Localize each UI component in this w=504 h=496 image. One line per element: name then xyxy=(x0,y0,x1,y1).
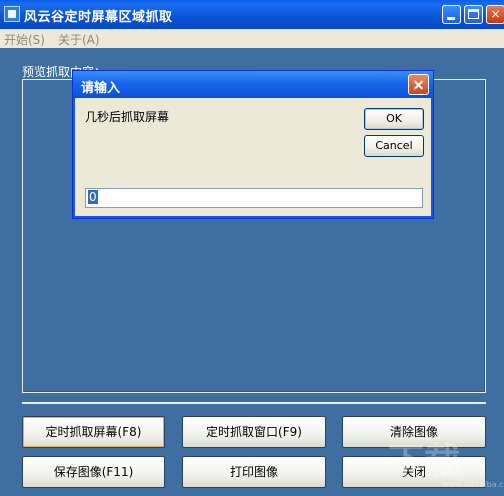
minimize-button[interactable] xyxy=(442,5,461,24)
close-icon: × xyxy=(490,7,501,21)
close-button[interactable]: 关闭 xyxy=(342,456,486,488)
save-image-button[interactable]: 保存图像(F11) xyxy=(22,456,165,488)
menu-bar: 开始(S) 关于(A) xyxy=(0,29,504,48)
window-titlebar[interactable]: 风云谷定时屏幕区域抓取 × xyxy=(0,0,504,29)
minimize-icon xyxy=(447,17,455,20)
dialog-close-button[interactable] xyxy=(408,74,429,95)
timed-capture-window-button[interactable]: 定时抓取窗口(F9) xyxy=(182,416,326,448)
seconds-input[interactable]: 0 xyxy=(85,188,423,208)
menu-item-start[interactable]: 开始(S) xyxy=(4,31,45,48)
timed-capture-screen-button[interactable]: 定时抓取屏幕(F8) xyxy=(22,416,165,448)
clear-image-button[interactable]: 清除图像 xyxy=(342,416,486,448)
menu-item-about[interactable]: 关于(A) xyxy=(58,31,100,48)
close-window-button[interactable]: × xyxy=(486,5,504,24)
maximize-icon xyxy=(468,9,479,19)
maximize-button[interactable] xyxy=(464,5,483,24)
app-icon xyxy=(4,6,20,22)
dialog-titlebar[interactable]: 请输入 xyxy=(73,71,433,98)
divider xyxy=(22,402,486,404)
window-title: 风云谷定时屏幕区域抓取 xyxy=(24,10,173,25)
dialog-title: 请输入 xyxy=(81,81,121,96)
dialog-prompt: 几秒后抓取屏幕 xyxy=(85,110,170,124)
cancel-button[interactable]: Cancel xyxy=(364,135,424,157)
print-image-button[interactable]: 打印图像 xyxy=(182,456,326,488)
input-dialog: 请输入 几秒后抓取屏幕 OK Cancel 0 xyxy=(72,70,434,219)
seconds-input-value: 0 xyxy=(88,190,98,204)
ok-button[interactable]: OK xyxy=(364,108,424,130)
